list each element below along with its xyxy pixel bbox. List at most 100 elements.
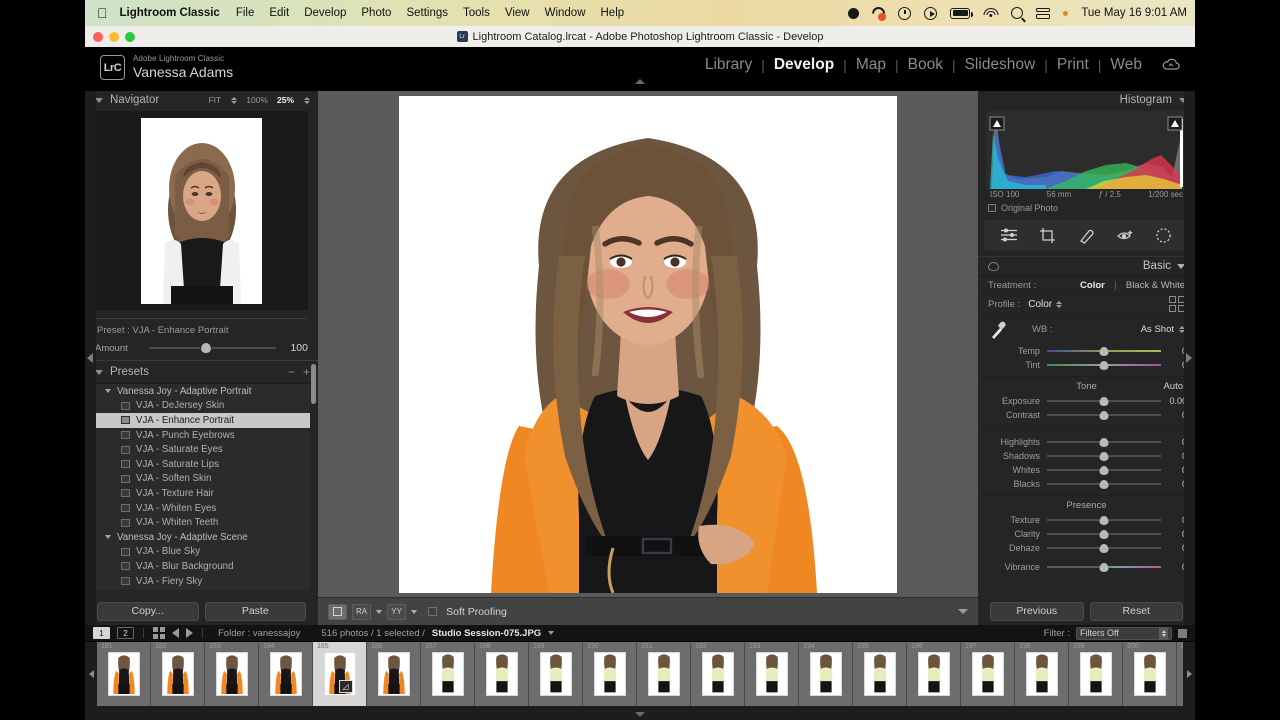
filmstrip-thumbnail[interactable]: 196	[907, 642, 961, 706]
left-panel-collapse-arrow[interactable]	[85, 91, 96, 625]
temp-slider[interactable]	[1047, 346, 1161, 356]
split-options-caret-icon[interactable]	[411, 609, 418, 614]
filmstrip-thumbnail[interactable]: 185 ◿	[313, 642, 367, 706]
list-item[interactable]: VJA - Soften Skin	[93, 472, 310, 487]
filmstrip-thumbnail[interactable]: 188	[475, 642, 529, 706]
search-icon[interactable]	[1011, 7, 1024, 19]
module-map[interactable]: Map	[847, 56, 895, 74]
menubar-clock[interactable]: Tue May 16 9:01 AM	[1081, 7, 1187, 19]
filmstrip-thumbnail[interactable]: 190	[583, 642, 637, 706]
slider-row-clarity[interactable]: Clarity 0	[978, 527, 1195, 541]
screen-2-button[interactable]: 2	[117, 627, 134, 639]
bottom-panel-collapse-arrow[interactable]	[635, 712, 645, 717]
toolbar-hide-caret-icon[interactable]	[958, 609, 968, 614]
scroll-left-icon[interactable]	[85, 642, 97, 706]
zoom-100[interactable]: 100%	[246, 95, 268, 105]
list-item[interactable]: VJA - Punch Eyebrows	[93, 428, 310, 443]
list-item[interactable]: VJA - Saturate Eyes	[93, 442, 310, 457]
apple-icon[interactable]: 	[97, 6, 108, 20]
exposure-slider[interactable]	[1047, 396, 1161, 406]
list-item[interactable]: VJA - Fiery Sky	[93, 574, 310, 589]
arrow-left-icon[interactable]	[172, 628, 179, 638]
loupe-view[interactable]	[318, 91, 978, 597]
auto-tone-button[interactable]: Auto	[1163, 380, 1183, 394]
highlights-slider[interactable]	[1047, 437, 1161, 447]
slider-row-whites[interactable]: Whites 0	[978, 463, 1195, 477]
copy-button[interactable]: Copy...	[97, 601, 199, 621]
vibrance-slider[interactable]	[1047, 562, 1161, 572]
preset-group-header[interactable]: Vanessa Joy - Adaptive Portrait	[93, 384, 310, 399]
filmstrip-thumbnail[interactable]: 195	[853, 642, 907, 706]
filmstrip-thumbnail[interactable]: 192	[691, 642, 745, 706]
list-item[interactable]: VJA - Blur Background	[93, 559, 310, 574]
tint-slider[interactable]	[1047, 360, 1161, 370]
menu-develop[interactable]: Develop	[304, 7, 346, 19]
before-after-split-button[interactable]: YY	[387, 603, 407, 620]
scroll-right-icon[interactable]	[1183, 642, 1195, 706]
filmstrip-thumbnail[interactable]: 199	[1069, 642, 1123, 706]
basic-panel-header[interactable]: Basic	[978, 256, 1195, 276]
arrow-right-icon[interactable]	[186, 628, 193, 638]
shadows-slider[interactable]	[1047, 451, 1161, 461]
menu-photo[interactable]: Photo	[361, 7, 391, 19]
filmstrip-thumbnail[interactable]: 187	[421, 642, 475, 706]
eye-icon[interactable]	[988, 261, 999, 271]
play-circle-icon[interactable]	[924, 6, 938, 20]
current-file-name[interactable]: Studio Session-075.JPG	[432, 628, 541, 639]
menu-help[interactable]: Help	[601, 7, 625, 19]
healing-brush-icon[interactable]	[1075, 225, 1097, 245]
filmstrip-thumbnail[interactable]: 191	[637, 642, 691, 706]
top-panel-collapse-arrow[interactable]	[635, 79, 645, 84]
original-photo-checkbox[interactable]	[988, 204, 996, 212]
list-item[interactable]: VJA - Blue Sky	[93, 545, 310, 560]
before-after-compare-button[interactable]: RA	[352, 603, 372, 620]
time-machine-icon[interactable]	[898, 6, 912, 20]
zoom-25[interactable]: 25%	[277, 95, 294, 105]
slider-row-exposure[interactable]: Exposure 0.00	[978, 394, 1195, 408]
slider-row-shadows[interactable]: Shadows 0	[978, 449, 1195, 463]
previous-button[interactable]: Previous	[990, 601, 1084, 621]
navigator-header[interactable]: Navigator FIT 100% 25%	[85, 91, 318, 109]
module-web[interactable]: Web	[1101, 56, 1151, 74]
remove-preset-button[interactable]: −	[288, 365, 295, 379]
battery-icon[interactable]	[950, 7, 974, 19]
list-item[interactable]: VJA - Whiten Eyes	[93, 501, 310, 516]
active-app-name[interactable]: Lightroom Classic	[120, 7, 220, 19]
filmstrip-thumbnail[interactable]: 197	[961, 642, 1015, 706]
filmstrip-thumbnail[interactable]: 184	[259, 642, 313, 706]
paste-button[interactable]: Paste	[204, 601, 306, 621]
histogram-graph[interactable]	[986, 111, 1187, 189]
screen-1-button[interactable]: 1	[93, 627, 110, 639]
filmstrip-thumbnail[interactable]: 186	[367, 642, 421, 706]
filmstrip-thumbnail[interactable]: 198	[1015, 642, 1069, 706]
compare-options-caret-icon[interactable]	[376, 609, 383, 614]
list-item[interactable]: VJA - Saturate Lips	[93, 457, 310, 472]
chevron-down-icon[interactable]	[105, 535, 111, 540]
loupe-view-icon[interactable]	[328, 603, 347, 620]
main-photo[interactable]	[399, 95, 897, 593]
module-book[interactable]: Book	[899, 56, 952, 74]
module-develop[interactable]: Develop	[765, 56, 843, 74]
filmstrip-thumbnail[interactable]: 201	[1177, 642, 1183, 706]
red-eye-icon[interactable]	[1114, 225, 1136, 245]
filmstrip-thumbnail[interactable]: 189	[529, 642, 583, 706]
slider-row-blacks[interactable]: Blacks 0	[978, 477, 1195, 491]
filmstrip-thumbnail[interactable]: 182	[151, 642, 205, 706]
display-toggle-icon[interactable]	[1036, 7, 1051, 19]
chevron-down-icon[interactable]	[95, 369, 103, 375]
blacks-slider[interactable]	[1047, 479, 1161, 489]
histogram-header[interactable]: Histogram	[978, 91, 1195, 109]
profile-stepper-icon[interactable]	[1056, 300, 1063, 308]
list-item[interactable]: VJA - Texture Hair	[93, 486, 310, 501]
soft-proofing-checkbox[interactable]	[428, 607, 438, 616]
navigator-preview[interactable]	[95, 111, 308, 310]
list-item[interactable]: VJA - Whiten Teeth	[93, 515, 310, 530]
slider-row-texture[interactable]: Texture 0	[978, 513, 1195, 527]
dehaze-slider[interactable]	[1047, 543, 1161, 553]
zoom-fit-stepper[interactable]	[231, 96, 238, 104]
filter-stepper-icon[interactable]	[1159, 627, 1168, 639]
wifi-icon[interactable]	[983, 7, 999, 19]
module-print[interactable]: Print	[1048, 56, 1098, 74]
folder-label[interactable]: Folder : vanessajoy	[218, 628, 300, 639]
profile-grid-icon[interactable]	[1169, 296, 1185, 312]
